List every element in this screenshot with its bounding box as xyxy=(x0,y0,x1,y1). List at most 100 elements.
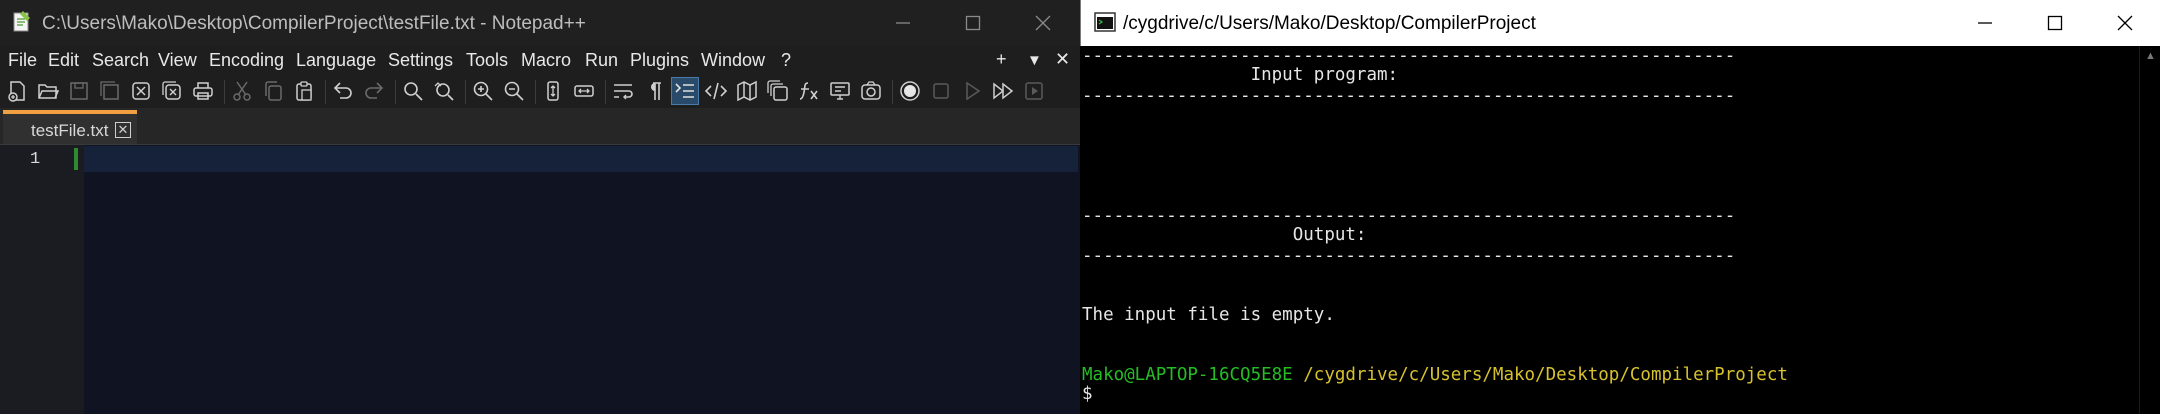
xml-tag-button[interactable] xyxy=(702,77,730,105)
separator-line: ----------------------------------------… xyxy=(1082,86,1736,106)
menu-encoding[interactable]: Encoding xyxy=(209,50,284,71)
menu-language[interactable]: Language xyxy=(296,50,376,71)
tab-close-icon[interactable]: ✕ xyxy=(115,122,131,138)
toolbar-separator xyxy=(535,80,536,104)
new-tab-plus-button[interactable]: + xyxy=(996,49,1007,70)
record-macro-button[interactable] xyxy=(896,77,924,105)
function-icon xyxy=(799,82,818,100)
maximize-button[interactable] xyxy=(938,0,1008,46)
close-button[interactable] xyxy=(1008,0,1078,46)
fold-margin xyxy=(74,145,84,414)
tab-testfile[interactable]: testFile.txt ✕ xyxy=(3,110,137,144)
toolbar-separator xyxy=(395,80,396,104)
document-map-button[interactable] xyxy=(733,77,761,105)
menu-bar: File Edit Search View Encoding Language … xyxy=(0,46,1080,76)
menu-file[interactable]: File xyxy=(8,50,37,71)
save-macro-icon xyxy=(1025,82,1043,100)
notepadpp-title-bar[interactable]: C:\Users\Mako\Desktop\CompilerProject\te… xyxy=(0,0,1080,46)
undo-button[interactable] xyxy=(329,77,357,105)
monitoring-button[interactable] xyxy=(857,77,885,105)
maximize-icon xyxy=(2047,15,2063,31)
sync-vertical-icon xyxy=(547,81,559,101)
terminal-output[interactable]: ----------------------------------------… xyxy=(1080,46,2140,414)
minimize-icon xyxy=(896,22,910,24)
shell-prompt: Mako@LAPTOP-16CQ5E8E /cygdrive/c/Users/M… xyxy=(1082,365,1788,385)
cut-button[interactable] xyxy=(228,77,256,105)
scroll-up-icon[interactable]: ▲ xyxy=(2145,50,2156,62)
input-program-header: Input program: xyxy=(1082,65,1399,85)
stop-recording-button[interactable] xyxy=(927,77,955,105)
output-header: Output: xyxy=(1082,225,1367,245)
zoom-in-icon xyxy=(473,81,493,101)
menu-window[interactable]: Window xyxy=(701,50,765,71)
folder-as-workspace-button[interactable] xyxy=(826,77,854,105)
sync-vertical-scroll-button[interactable] xyxy=(539,77,567,105)
playback-macro-button[interactable] xyxy=(958,77,986,105)
function-list-button[interactable] xyxy=(795,77,823,105)
menu-plugins[interactable]: Plugins xyxy=(630,50,689,71)
menu-search[interactable]: Search xyxy=(92,50,149,71)
editor-area[interactable]: 1 xyxy=(0,145,1080,414)
toolbar-separator xyxy=(224,80,225,104)
document-list-button[interactable] xyxy=(764,77,792,105)
copy-button[interactable] xyxy=(259,77,287,105)
terminal-scrollbar[interactable]: ▲ xyxy=(2139,46,2160,414)
notepadpp-window-title: C:\Users\Mako\Desktop\CompilerProject\te… xyxy=(42,13,586,34)
scissors-icon xyxy=(233,81,251,101)
undo-icon xyxy=(333,82,352,99)
zoom-in-button[interactable] xyxy=(469,77,497,105)
terminal-window: /cygdrive/c/Users/Mako/Desktop/CompilerP… xyxy=(1080,0,2160,414)
run-macro-multiple-button[interactable] xyxy=(989,77,1017,105)
save-all-button[interactable] xyxy=(96,77,124,105)
find-replace-icon xyxy=(434,82,454,101)
line-number-gutter: 1 xyxy=(0,145,74,414)
stop-icon xyxy=(933,83,949,99)
tab-bar: testFile.txt ✕ xyxy=(0,108,1080,145)
terminal-minimize-button[interactable] xyxy=(1950,0,2020,46)
menu-run[interactable]: Run xyxy=(585,50,618,71)
close-icon xyxy=(2117,15,2133,31)
save-macro-button[interactable] xyxy=(1020,77,1048,105)
indent-guide-button[interactable] xyxy=(671,77,699,105)
map-icon xyxy=(737,80,757,102)
replace-button[interactable] xyxy=(430,77,458,105)
close-all-button[interactable] xyxy=(158,77,186,105)
line-number: 1 xyxy=(30,150,41,169)
terminal-title-bar[interactable]: /cygdrive/c/Users/Mako/Desktop/CompilerP… xyxy=(1080,0,2160,46)
notepadpp-window: C:\Users\Mako\Desktop\CompilerProject\te… xyxy=(0,0,1080,414)
close-icon xyxy=(1035,15,1051,31)
open-file-button[interactable] xyxy=(34,77,62,105)
find-button[interactable] xyxy=(399,77,427,105)
prompt-user-host: Mako@LAPTOP-16CQ5E8E xyxy=(1082,365,1293,385)
paste-button[interactable] xyxy=(290,77,318,105)
zoom-out-button[interactable] xyxy=(500,77,528,105)
close-file-button[interactable] xyxy=(127,77,155,105)
minimize-button[interactable] xyxy=(868,0,938,46)
menu-view[interactable]: View xyxy=(158,50,197,71)
redo-button[interactable] xyxy=(360,77,388,105)
terminal-maximize-button[interactable] xyxy=(2020,0,2090,46)
sync-horizontal-scroll-button[interactable] xyxy=(570,77,598,105)
tab-label: testFile.txt xyxy=(31,121,109,140)
tab-list-dropdown-button[interactable]: ▼ xyxy=(1027,52,1042,69)
word-wrap-button[interactable] xyxy=(609,77,637,105)
menu-tools[interactable]: Tools xyxy=(466,50,508,71)
menu-settings[interactable]: Settings xyxy=(388,50,453,71)
empty-file-message: The input file is empty. xyxy=(1082,305,1335,325)
current-line-highlight xyxy=(84,146,1078,172)
menu-help[interactable]: ? xyxy=(781,50,791,71)
close-file-icon xyxy=(132,82,150,100)
camera-icon xyxy=(861,81,881,100)
record-icon xyxy=(900,81,920,101)
menu-edit[interactable]: Edit xyxy=(48,50,79,71)
close-document-button[interactable]: ✕ xyxy=(1055,49,1070,70)
menu-macro[interactable]: Macro xyxy=(521,50,571,71)
save-button[interactable] xyxy=(65,77,93,105)
maximize-icon xyxy=(965,15,981,31)
show-all-characters-button[interactable] xyxy=(640,77,668,105)
terminal-close-button[interactable] xyxy=(2090,0,2160,46)
new-file-button[interactable] xyxy=(3,77,31,105)
print-button[interactable] xyxy=(189,77,217,105)
notepadpp-app-icon xyxy=(13,11,30,32)
print-icon xyxy=(193,82,213,100)
